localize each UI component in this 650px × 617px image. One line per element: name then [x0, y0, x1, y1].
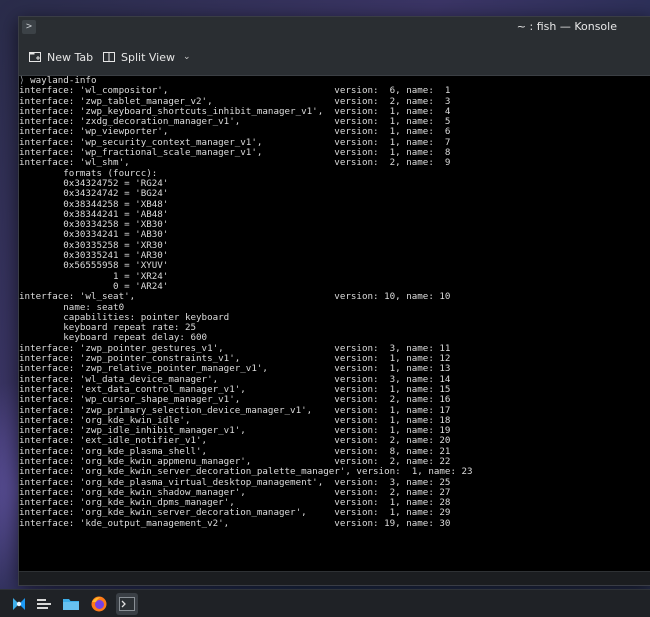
new-tab-label: New Tab [47, 50, 94, 64]
file-manager-button[interactable] [60, 593, 82, 615]
file-manager-icon [63, 599, 79, 610]
terminal-output-line: interface: 'wl_seat', version: 10, name:… [19, 291, 451, 303]
chevron-down-icon[interactable]: ⌄ [183, 52, 191, 62]
title-bar[interactable]: > ~ : fish — Konsole [19, 17, 650, 39]
split-view-button[interactable]: Split View ⌄ [103, 47, 191, 67]
terminal-output[interactable]: ⟩ wayland-info interface: 'wl_compositor… [19, 76, 650, 572]
task-manager-button[interactable] [33, 593, 55, 615]
application-launcher-button[interactable] [8, 593, 30, 615]
terminal-output-line: interface: 'wp_cursor_shape_manager_v1',… [19, 394, 451, 406]
firefox-button[interactable] [88, 593, 110, 615]
desktop: > ~ : fish — Konsole New Tab Split View [0, 0, 650, 617]
split-view-label: Split View [121, 50, 175, 64]
new-tab-icon [29, 52, 41, 62]
toolbar: New Tab Split View ⌄ [19, 39, 650, 76]
terminal-output-line: interface: 'kde_output_management_v2', v… [19, 517, 451, 529]
window-title: ~ : fish — Konsole [516, 20, 617, 33]
konsole-window[interactable]: > ~ : fish — Konsole New Tab Split View [18, 16, 650, 586]
output-lines: interface: 'wl_compositor', version: 6, … [19, 85, 650, 529]
firefox-icon [91, 596, 107, 612]
terminal-app-icon[interactable]: > [22, 20, 36, 34]
application-launcher-icon [13, 598, 25, 610]
terminal-status-strip [19, 571, 650, 585]
task-manager-icon [37, 599, 51, 609]
konsole-task-button[interactable] [116, 593, 138, 615]
split-view-icon [103, 52, 115, 62]
taskbar [0, 589, 650, 617]
konsole-icon [119, 597, 135, 611]
new-tab-button[interactable]: New Tab [29, 47, 93, 67]
